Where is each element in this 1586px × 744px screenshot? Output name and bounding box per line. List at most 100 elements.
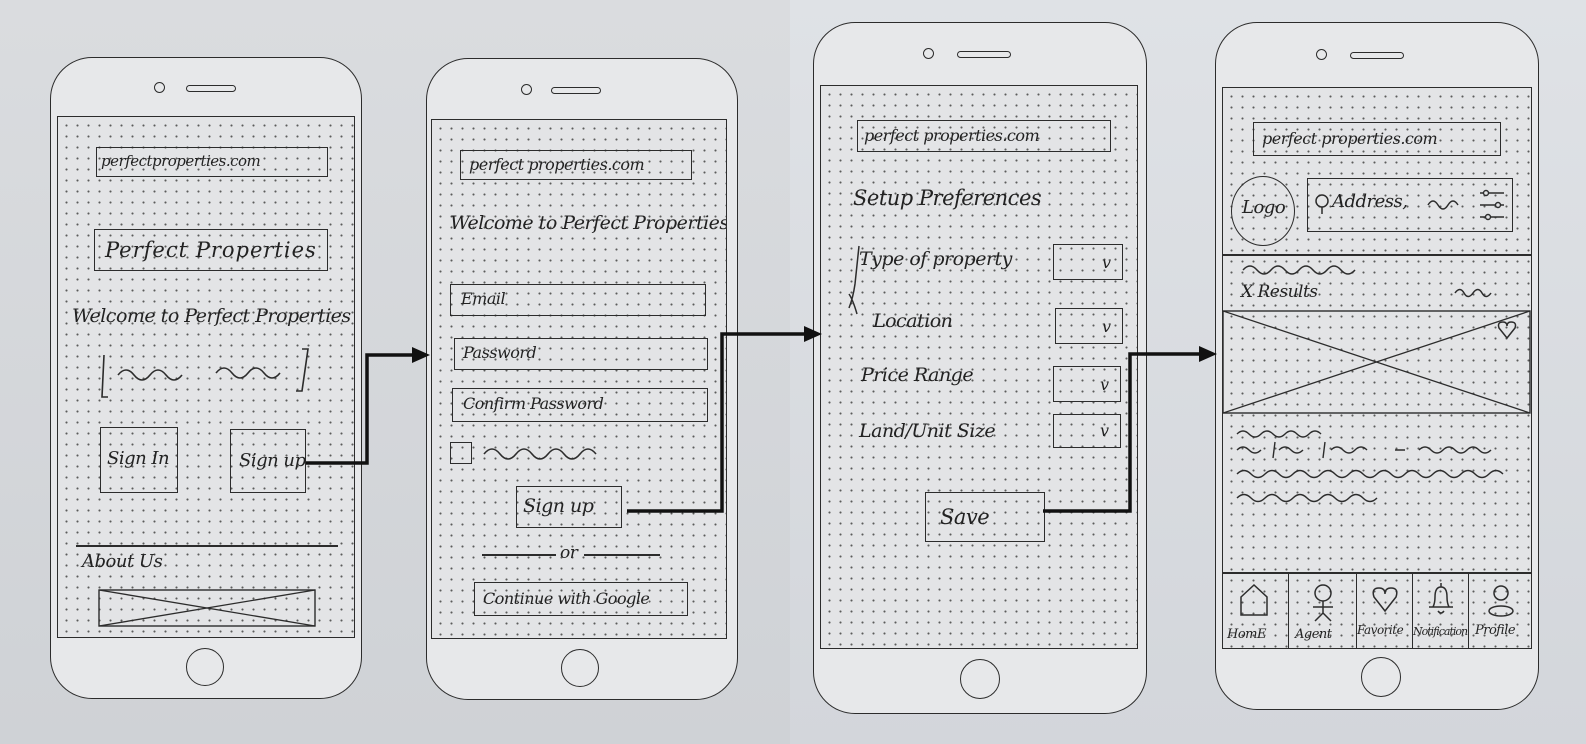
camera-icon [521,84,532,95]
sign-up-label: Sign up [523,495,594,517]
person-icon [1313,584,1333,622]
camera-icon [923,48,934,59]
camera-icon [154,82,165,93]
type-of-property-label: Type of property [859,248,1012,270]
email-placeholder: Email [461,289,506,308]
url-text: perfectproperties.com [101,152,261,170]
speaker-grille [186,85,236,92]
setup-preferences-title: Setup Preferences [853,186,1042,210]
bottom-nav: HomE Agent Favorite Notification Profile [1223,573,1531,648]
sort-scribble[interactable] [1453,286,1493,298]
terms-checkbox[interactable] [450,442,472,464]
nav-item-agent[interactable]: Agent [1289,573,1357,648]
bracket-mark [848,245,860,315]
results-heading-scribble [1242,265,1356,275]
bell-icon [1429,583,1453,614]
search-icon [1315,194,1329,214]
speaker-grille [1350,52,1404,59]
nav-label-profile: Profile [1475,623,1516,638]
nav-item-home[interactable]: HomE [1223,573,1289,648]
home-button[interactable] [561,649,599,687]
search-text: Address, [1332,191,1408,212]
listing-details-scribble [1236,430,1504,503]
type-of-property-dropdown[interactable]: v [1053,244,1123,280]
screen-signup: perfect properties.com Welcome to Perfec… [431,119,727,639]
location-dropdown[interactable]: v [1055,308,1123,344]
url-text: perfect properties.com [1262,129,1438,148]
nav-label-agent: Agent [1295,627,1332,642]
url-bar[interactable]: perfect properties.com [460,150,692,180]
url-text: perfect properties.com [864,126,1040,145]
url-bar[interactable]: perfect properties.com [1253,122,1501,156]
url-bar[interactable]: perfect properties.com [857,120,1111,152]
about-us-heading[interactable]: About Us [82,551,163,572]
welcome-text: Welcome to Perfect Properties [72,305,351,327]
nav-label-home: HomE [1227,627,1266,642]
sign-up-label: Sign up [239,450,306,471]
filter-icon[interactable] [1478,187,1506,223]
camera-icon [1316,49,1327,60]
sign-up-button[interactable]: Sign up [516,486,622,528]
nav-item-favorite[interactable]: Favorite [1357,573,1413,648]
sign-in-button[interactable]: Sign In [100,427,178,493]
url-text: perfect properties.com [469,155,645,174]
phone-frame-3: perfect properties.com Setup Preferences… [813,22,1147,714]
home-button[interactable] [186,648,224,686]
save-button[interactable]: Save [925,492,1045,542]
divider-right [584,554,660,556]
heart-icon[interactable] [1497,320,1517,340]
chevron-down-icon: v [1100,375,1109,394]
chevron-down-icon: v [1102,253,1111,272]
location-label: Location [873,310,953,332]
google-signin-button[interactable]: Continue with Google [474,582,688,616]
heart-icon [1372,587,1398,613]
price-range-dropdown[interactable]: v [1053,366,1121,402]
screen-preferences: perfect properties.com Setup Preferences… [820,85,1138,649]
image-placeholder [98,589,316,627]
url-bar[interactable]: perfectproperties.com [96,147,328,177]
profile-icon [1488,585,1514,617]
sign-in-label: Sign In [107,448,170,469]
nav-label-favorite: Favorite [1357,623,1404,637]
logo-text: Logo [1242,197,1286,218]
chevron-down-icon: v [1102,317,1111,336]
section-divider [76,545,338,547]
phone-frame-4: perfect properties.com Logo Address, X R… [1215,22,1539,710]
confirm-password-placeholder: Confirm Password [463,394,604,413]
land-unit-size-label: Land/Unit Size [859,420,996,442]
brand-banner: Perfect Properties [94,229,328,271]
password-placeholder: Password [463,343,537,362]
sign-up-button[interactable]: Sign up [230,429,306,493]
confirm-password-field[interactable]: Confirm Password [452,388,708,422]
screen-results: perfect properties.com Logo Address, X R… [1222,87,1532,649]
land-unit-size-dropdown[interactable]: v [1053,414,1121,448]
results-count: X Results [1241,282,1318,302]
divider-left [482,554,556,556]
home-button[interactable] [1361,657,1401,697]
scribble-placeholder [101,348,309,398]
price-range-label: Price Range [861,364,974,386]
or-separator: or [560,543,578,563]
email-field[interactable]: Email [450,284,706,316]
nav-item-notification[interactable]: Notification [1413,573,1469,648]
nav-label-notification: Notification [1413,625,1468,638]
welcome-text: Welcome to Perfect Properties [450,212,727,234]
search-bar[interactable]: Address, [1307,178,1513,232]
google-signin-label: Continue with Google [483,589,650,608]
nav-item-profile[interactable]: Profile [1469,573,1531,648]
search-scribble [1427,200,1459,210]
listing-image-placeholder[interactable] [1223,310,1531,414]
phone-frame-2: perfect properties.com Welcome to Perfec… [426,58,738,700]
speaker-grille [551,87,601,94]
speaker-grille [957,51,1011,58]
phone-frame-1: perfectproperties.com Perfect Properties… [50,57,362,699]
save-label: Save [940,505,990,529]
password-field[interactable]: Password [454,338,708,370]
header-divider [1223,254,1531,256]
chevron-down-icon: v [1100,421,1109,440]
home-button[interactable] [960,659,1000,699]
brand-name: Perfect Properties [105,238,317,262]
screen-landing: perfectproperties.com Perfect Properties… [57,116,355,638]
house-icon [1240,583,1268,616]
logo[interactable]: Logo [1231,176,1295,246]
